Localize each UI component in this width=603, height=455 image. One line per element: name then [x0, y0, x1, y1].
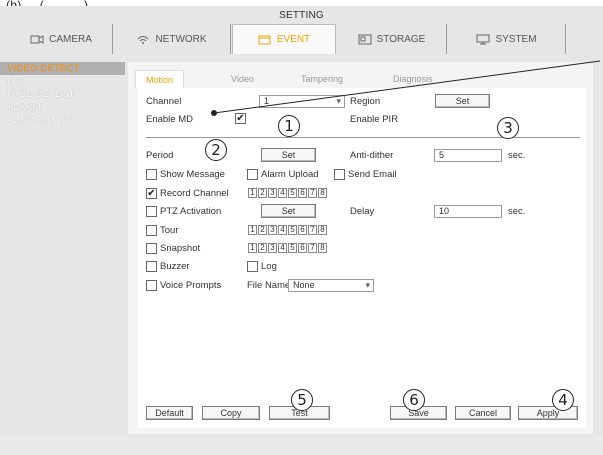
annotation-pointer-line [211, 60, 601, 116]
